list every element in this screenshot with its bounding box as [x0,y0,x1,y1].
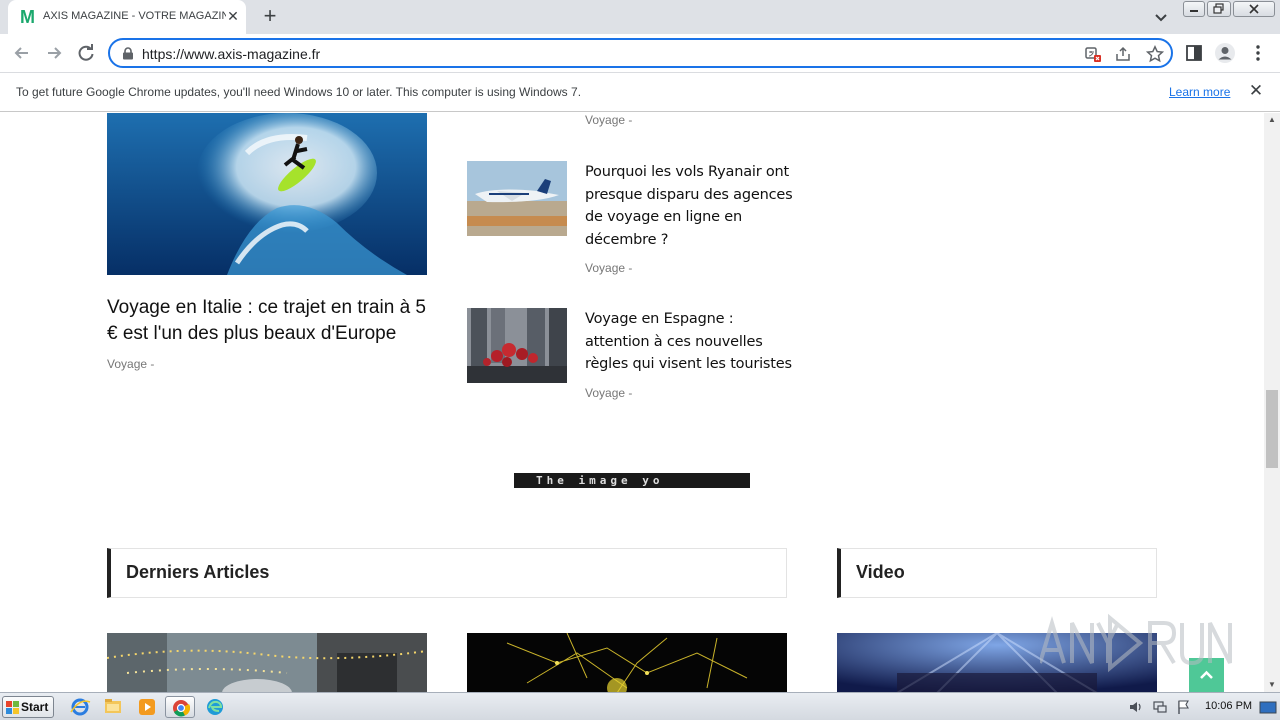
article-title[interactable]: Pourquoi les vols Ryanair ont presque di… [585,161,795,251]
article-thumbnail[interactable] [467,308,567,383]
restore-button[interactable] [1207,1,1231,17]
file-explorer-icon[interactable] [100,696,126,718]
lock-icon[interactable] [122,47,134,60]
new-tab-button[interactable]: + [258,5,282,29]
latest-articles-header: Derniers Articles [107,548,787,598]
update-infobar: To get future Google Chrome updates, you… [0,72,1280,112]
tab-strip: M AXIS MAGAZINE - VOTRE MAGAZINE ✕ + [0,0,1280,34]
tab-search-chevron-icon[interactable] [1151,7,1171,27]
back-arrow-icon[interactable] [9,40,35,66]
restore-icon [1213,3,1224,14]
system-clock[interactable]: 10:06 PM [1205,700,1252,712]
show-desktop-icon[interactable] [1259,699,1277,715]
profile-avatar-icon[interactable] [1214,42,1236,64]
scroll-up-icon[interactable]: ▲ [1264,113,1280,127]
internet-explorer-icon[interactable] [67,696,93,718]
anyrun-watermark-logo [1040,613,1232,673]
article-category[interactable]: Voyage - [585,261,632,275]
edge-icon[interactable] [202,696,228,718]
forward-arrow-icon[interactable] [41,40,67,66]
address-bar[interactable]: https://www.axis-magazine.fr [108,38,1173,68]
feature-article-category[interactable]: Voyage - [107,357,154,371]
bookmark-star-icon[interactable] [1146,45,1164,63]
browser-tab[interactable]: M AXIS MAGAZINE - VOTRE MAGAZINE ✕ [8,0,246,34]
minimize-icon [1190,10,1198,12]
video-header: Video [837,548,1157,598]
feature-article-title[interactable]: Voyage en Italie : ce trajet en train à … [107,295,437,347]
start-label: Start [21,700,49,714]
page-content: Voyage en Italie : ce trajet en train à … [0,113,1264,692]
screen: M AXIS MAGAZINE - VOTRE MAGAZINE ✕ + htt… [0,0,1280,720]
article-category[interactable]: Voyage - [585,386,632,400]
share-icon[interactable] [1114,45,1132,63]
tab-close-icon[interactable]: ✕ [224,7,242,25]
latest-article-image[interactable] [467,633,787,692]
minimize-button[interactable] [1183,1,1205,17]
site-favicon-icon: M [20,7,35,27]
close-icon [1249,4,1259,14]
latest-article-image[interactable] [107,633,427,692]
translate-blocked-icon[interactable] [1084,45,1102,63]
article-category[interactable]: Voyage - [585,113,632,127]
infobar-close-icon[interactable]: ✕ [1247,82,1265,100]
scrollbar-thumb[interactable] [1266,390,1278,468]
network-icon[interactable] [1152,699,1168,715]
section-title: Derniers Articles [126,562,270,582]
article-title[interactable]: Voyage en Espagne : attention à ces nouv… [585,308,795,376]
article-thumbnail[interactable] [467,161,567,236]
ad-banner-image[interactable]: The image yo [514,473,750,488]
close-window-button[interactable] [1233,1,1275,17]
page-scrollbar[interactable]: ▲ ▼ [1264,113,1280,692]
chrome-icon [173,700,190,717]
media-player-icon[interactable] [134,696,160,718]
section-title: Video [856,562,905,582]
more-menu-icon[interactable] [1247,42,1269,64]
chrome-taskbar-button[interactable] [165,696,195,718]
feature-article-image[interactable] [107,113,427,275]
tab-title: AXIS MAGAZINE - VOTRE MAGAZINE [43,10,226,22]
windows-taskbar: Start 10:06 PM [0,692,1280,720]
scroll-down-icon[interactable]: ▼ [1264,678,1280,692]
side-panel-icon[interactable] [1183,42,1205,64]
start-button[interactable]: Start [2,696,54,718]
url-text[interactable]: https://www.axis-magazine.fr [142,46,320,62]
browser-toolbar: https://www.axis-magazine.fr [0,34,1280,72]
learn-more-link[interactable]: Learn more [1169,85,1230,99]
action-center-flag-icon[interactable] [1176,699,1192,715]
infobar-message: To get future Google Chrome updates, you… [16,85,582,99]
reload-icon[interactable] [73,40,99,66]
volume-icon[interactable] [1128,699,1144,715]
windows-logo-icon [6,701,19,714]
